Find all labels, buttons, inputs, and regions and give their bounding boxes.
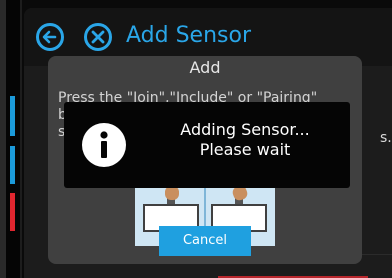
- previous-screen-red-item: [10, 193, 15, 231]
- info-icon: [82, 123, 126, 167]
- previous-screen-border: [0, 0, 6, 278]
- toast-message: Adding Sensor... Please wait: [150, 120, 340, 160]
- back-button[interactable]: [36, 23, 64, 51]
- dialog-title: Add: [189, 58, 221, 77]
- progress-toast: Adding Sensor... Please wait: [64, 102, 350, 188]
- previous-screen-edge: [0, 0, 22, 278]
- close-icon: [91, 30, 105, 44]
- back-arrow-icon: [42, 30, 57, 44]
- finger-icon: [165, 186, 179, 200]
- page-title: Add Sensor: [126, 23, 251, 48]
- app-root: Add Sensor Z s s. Add Press the "Join","…: [0, 0, 392, 278]
- cancel-button[interactable]: Cancel: [159, 226, 251, 256]
- close-button[interactable]: [84, 23, 112, 51]
- toast-line-2: Please wait: [199, 140, 291, 159]
- previous-screen-blue-item: [10, 96, 15, 136]
- background-text: s.: [380, 130, 392, 146]
- previous-screen-blue-item: [10, 146, 15, 184]
- toast-line-1: Adding Sensor...: [180, 120, 310, 139]
